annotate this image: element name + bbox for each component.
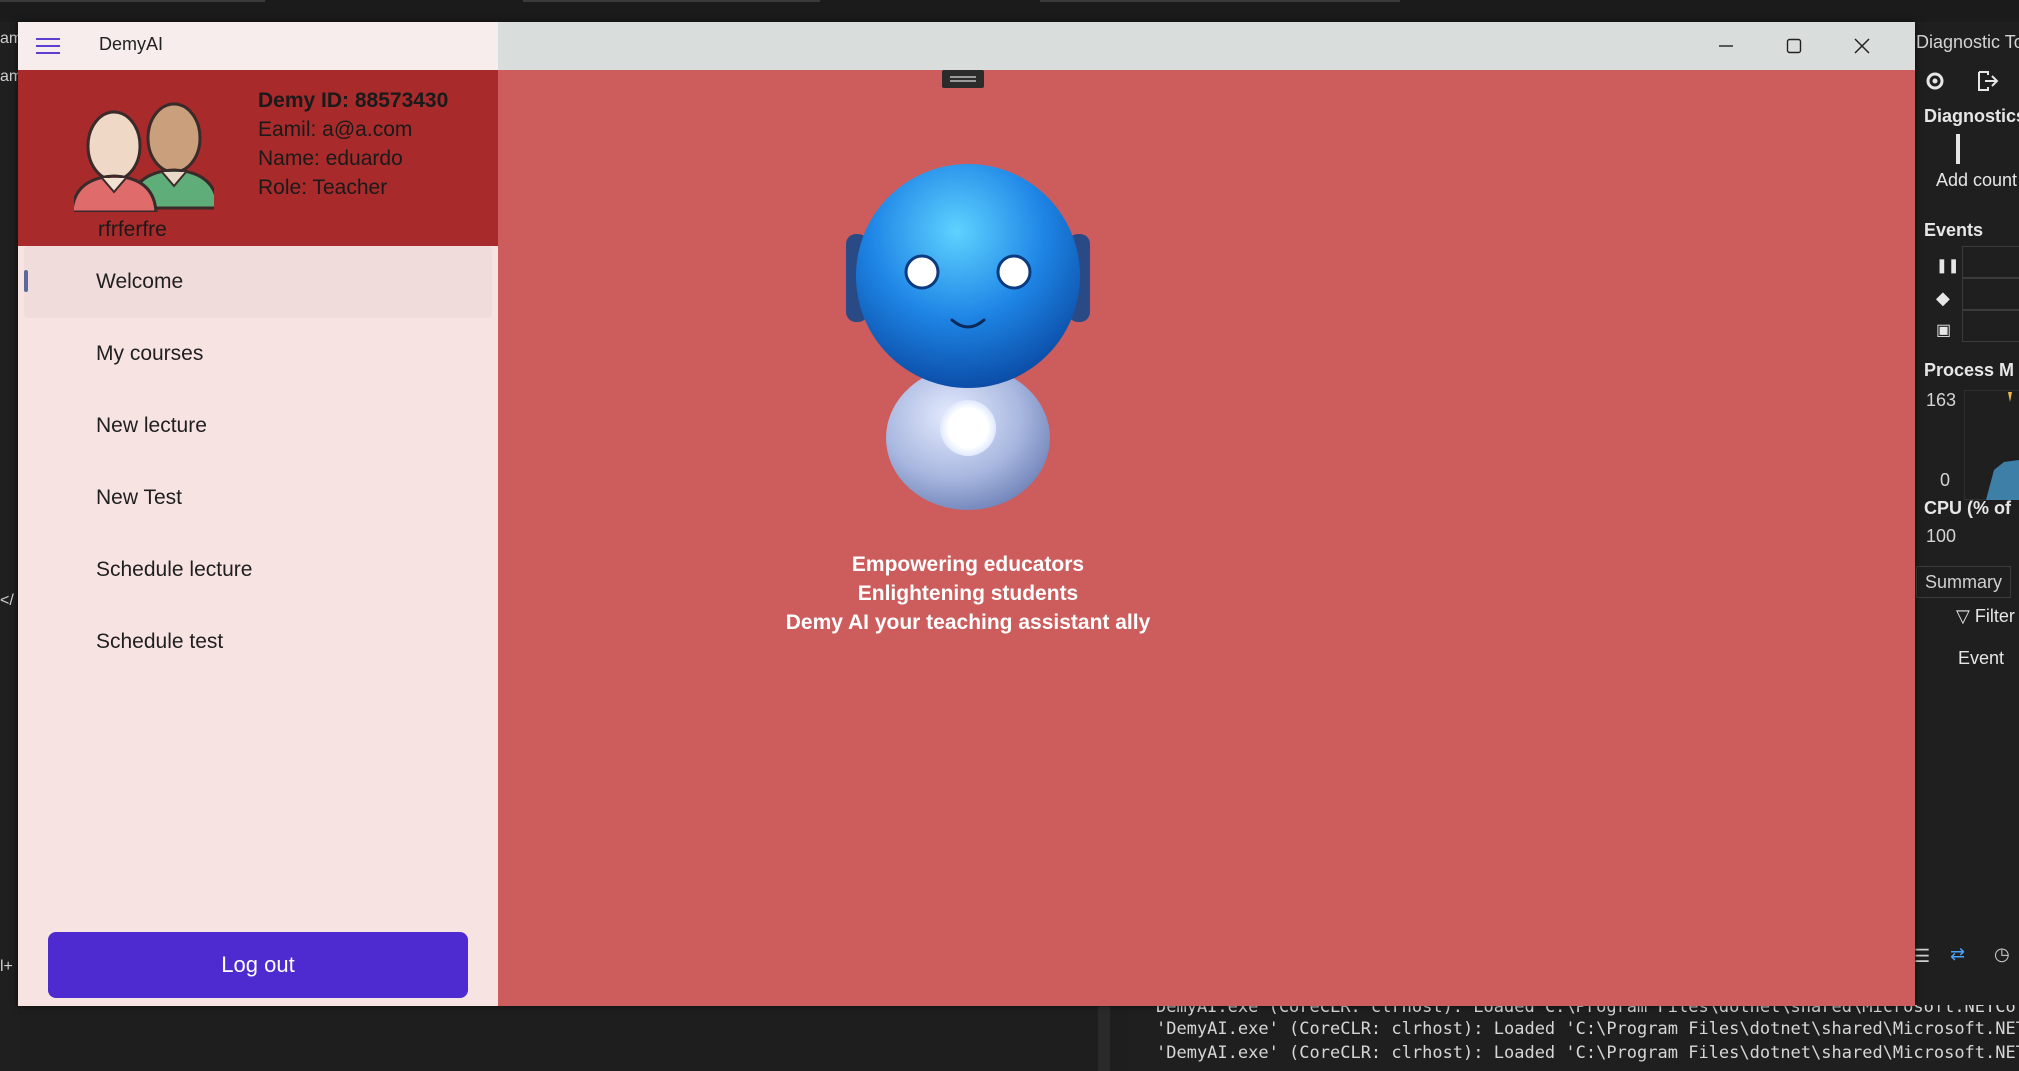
output-scrollbar[interactable]: [1098, 1005, 1110, 1071]
events-track: [1962, 310, 2019, 342]
maximize-icon: [1786, 38, 1802, 54]
close-icon: [1854, 38, 1870, 54]
title-bar-left: DemyAI: [18, 22, 498, 70]
tagline-line: Enlightening students: [857, 582, 1079, 605]
event-column-header: Event: [1958, 648, 2005, 668]
minimize-button[interactable]: [1693, 22, 1759, 70]
maximize-button[interactable]: [1761, 22, 1827, 70]
menu-item-schedule-lecture[interactable]: Schedule lecture: [18, 534, 498, 606]
profile-details: Demy ID: 88573430 Eamil: a@a.com Name: e…: [258, 86, 448, 202]
users-avatar-icon: [74, 102, 214, 212]
minimize-icon: [1719, 45, 1733, 47]
ide-tab-strip: [523, 0, 820, 2]
diagnostic-tools-panel: Diagnostic To Diagnostics Add count Even…: [1914, 22, 2019, 1071]
output-line: 'DemyAI.exe' (CoreCLR: clrhost): Loaded …: [1156, 1019, 2019, 1039]
window-title: DemyAI: [99, 34, 164, 54]
pause-icon[interactable]: ❚❚: [1936, 257, 1959, 274]
profile-role: Role: Teacher: [258, 176, 388, 199]
timeline-cursor: [1956, 134, 1960, 164]
welcome-content: Empowering educators Enlightening studen…: [498, 70, 1915, 1006]
tagline-line: Demy AI your teaching assistant ally: [785, 611, 1151, 634]
snapshot-icon[interactable]: ▣: [1936, 320, 1951, 340]
output-line: 'DemyAI.exe' (CoreCLR: clrhost): Loaded …: [1156, 1043, 2019, 1063]
tagline-line: Empowering educators: [851, 553, 1085, 576]
menu-item-schedule-test[interactable]: Schedule test: [18, 606, 498, 678]
diagnostics-heading: Diagnostics: [1924, 106, 2019, 126]
profile-header: Demy ID: 88573430 Eamil: a@a.com Name: e…: [18, 70, 498, 246]
tagline: Empowering educators Enlightening studen…: [698, 550, 1238, 637]
menu-item-label: Schedule lecture: [96, 558, 253, 581]
output-line: DemyAI.exe (CoreCLR: clrhost): Loaded C:…: [1156, 1005, 2016, 1017]
menu-item-label: Schedule test: [96, 630, 224, 653]
menu-item-welcome[interactable]: Welcome: [24, 246, 492, 318]
wrap-icon[interactable]: ⇄: [1950, 944, 1965, 965]
menu-item-new-lecture[interactable]: New lecture: [18, 390, 498, 462]
export-icon[interactable]: [1976, 70, 2000, 97]
app-window: DemyAI Demy ID: 88573430 Eamil: a@a.com …: [18, 22, 1915, 1006]
clock-icon[interactable]: ◷: [1994, 944, 2010, 965]
list-view-icon[interactable]: ☰: [1914, 946, 1930, 967]
menu-item-new-test[interactable]: New Test: [18, 462, 498, 534]
ide-left-fragment: l+: [0, 958, 13, 975]
demy-id: Demy ID: 88573430: [258, 89, 449, 112]
navigation-menu: Welcome My courses New lecture New Test …: [18, 246, 498, 678]
memory-min-label: 0: [1940, 470, 1951, 490]
breakpoint-icon[interactable]: ◆: [1936, 288, 1950, 309]
drag-handle[interactable]: [942, 70, 984, 88]
close-button[interactable]: [1829, 22, 1895, 70]
cpu-heading: CPU (% of: [1924, 498, 2011, 518]
memory-max-label: 163: [1926, 390, 1957, 410]
hamburger-menu-icon[interactable]: [36, 36, 60, 56]
robot-mascot-icon: [846, 164, 1090, 510]
ide-tab-strip: [1040, 0, 1400, 2]
navigation-drawer: Demy ID: 88573430 Eamil: a@a.com Name: e…: [18, 70, 498, 1006]
ide-left-fragment: </: [0, 592, 14, 609]
menu-item-label: Welcome: [96, 270, 184, 293]
menu-item-label: New Test: [96, 486, 182, 509]
menu-item-my-courses[interactable]: My courses: [18, 318, 498, 390]
title-bar: DemyAI: [18, 22, 1915, 70]
ide-tab-strip: [0, 0, 265, 2]
menu-item-label: My courses: [96, 342, 204, 365]
logout-button[interactable]: Log out: [48, 932, 468, 998]
add-counter-button[interactable]: Add count: [1936, 170, 2017, 191]
events-heading: Events: [1924, 220, 1984, 240]
profile-email: Eamil: a@a.com: [258, 118, 413, 141]
ide-top-bar: [0, 0, 2019, 22]
profile-username: rfrferfre: [98, 218, 167, 241]
events-track: [1962, 246, 2019, 278]
filter-label: Filter: [1974, 606, 2015, 626]
diagnostic-tools-title: Diagnostic To: [1916, 32, 2019, 52]
events-track: [1962, 278, 2019, 310]
process-memory-heading: Process M: [1924, 360, 2015, 380]
ide-left-panel: am am </ l+: [0, 22, 22, 1071]
profile-name: Name: eduardo: [258, 147, 403, 170]
filter-button[interactable]: ▽ Filter: [1956, 606, 2015, 627]
gear-icon[interactable]: [1924, 70, 1946, 97]
filter-icon: ▽: [1956, 606, 1970, 626]
menu-item-label: New lecture: [96, 414, 207, 437]
selection-indicator: [24, 270, 28, 292]
cpu-max-label: 100: [1926, 526, 1957, 546]
tab-summary[interactable]: Summary: [1916, 566, 2012, 598]
output-pane: DemyAI.exe (CoreCLR: clrhost): Loaded C:…: [1128, 1005, 2019, 1071]
memory-graph: [1964, 390, 2019, 500]
